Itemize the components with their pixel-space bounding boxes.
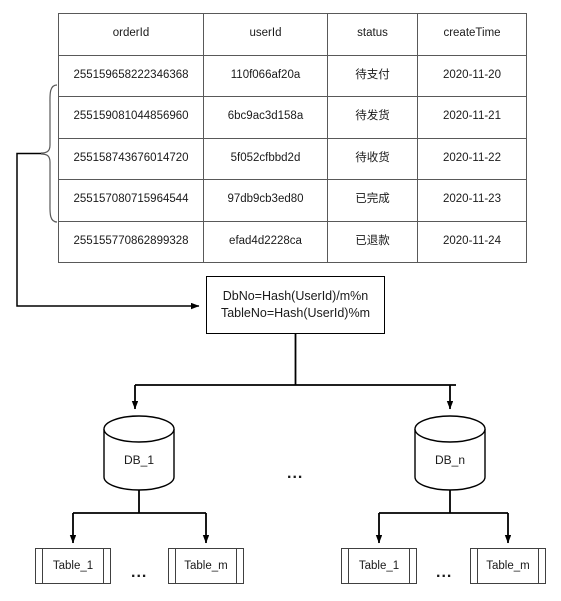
- cell-createtime: 2020-11-23: [417, 179, 527, 222]
- table-box-label: Table_1: [52, 560, 94, 572]
- table-ellipsis-dbn: ...: [436, 564, 453, 581]
- table-row: 255159081044856960 6bc9ac3d158a 待发货 2020…: [58, 96, 527, 139]
- cell-userid: 97db9cb3ed80: [203, 179, 328, 222]
- column-header-userid: userId: [203, 13, 328, 56]
- dbn-to-tables-connector: [375, 490, 512, 544]
- sharding-diagram: orderId userId status createTime 2551596…: [0, 0, 561, 601]
- cell-status: 已完成: [327, 179, 418, 222]
- table-box-dbn-tablem: Table_m: [470, 548, 546, 584]
- order-table: orderId userId status createTime 2551596…: [58, 13, 527, 263]
- row-group-brace: [40, 84, 58, 223]
- cell-createtime: 2020-11-20: [417, 54, 527, 97]
- cell-userid: 110f066af20a: [203, 54, 328, 97]
- cell-orderid: 255159081044856960: [58, 96, 204, 139]
- column-header-orderid: orderId: [58, 13, 204, 56]
- database-cylinder-db1: DB_1: [103, 415, 175, 491]
- column-header-status: status: [327, 13, 418, 56]
- cell-userid: 5f052cfbbd2d: [203, 137, 328, 180]
- database-label: DB_n: [434, 453, 466, 467]
- table-box-label: Table_m: [184, 560, 228, 572]
- table-box-label: Table_m: [486, 560, 530, 572]
- cell-createtime: 2020-11-24: [417, 220, 527, 263]
- cell-status: 待支付: [327, 54, 418, 97]
- cell-createtime: 2020-11-21: [417, 96, 527, 139]
- formula-dbno-line: DbNo=Hash(UserId)/m%n: [222, 289, 369, 304]
- table-row: 255155770862899328 efad4d2228ca 已退款 2020…: [58, 220, 527, 263]
- table-row: 255159658222346368 110f066af20a 待支付 2020…: [58, 54, 527, 97]
- cell-status: 待收货: [327, 137, 418, 180]
- hash-formula-box: DbNo=Hash(UserId)/m%n TableNo=Hash(UserI…: [206, 276, 385, 334]
- database-cylinder-dbn: DB_n: [414, 415, 486, 491]
- cell-orderid: 255159658222346368: [58, 54, 204, 97]
- table-box-dbn-table1: Table_1: [341, 548, 417, 584]
- db1-to-tables-connector: [69, 490, 210, 544]
- table-row: 255158743676014720 5f052cfbbd2d 待收货 2020…: [58, 137, 527, 180]
- table-box-label: Table_1: [358, 560, 400, 572]
- cell-orderid: 255157080715964544: [58, 179, 204, 222]
- cell-orderid: 255158743676014720: [58, 137, 204, 180]
- table-row: 255157080715964544 97db9cb3ed80 已完成 2020…: [58, 179, 527, 222]
- table-header-row: orderId userId status createTime: [58, 13, 527, 56]
- database-ellipsis: ...: [287, 465, 304, 482]
- table-box-db1-tablem: Table_m: [168, 548, 244, 584]
- table-box-db1-table1: Table_1: [35, 548, 111, 584]
- cell-orderid: 255155770862899328: [58, 220, 204, 263]
- cell-createtime: 2020-11-22: [417, 137, 527, 180]
- formula-to-db-connector: [131, 334, 456, 410]
- cell-status: 已退款: [327, 220, 418, 263]
- cell-userid: 6bc9ac3d158a: [203, 96, 328, 139]
- database-label: DB_1: [123, 453, 155, 467]
- cell-status: 待发货: [327, 96, 418, 139]
- table-ellipsis-db1: ...: [131, 564, 148, 581]
- column-header-createtime: createTime: [417, 13, 527, 56]
- cell-userid: efad4d2228ca: [203, 220, 328, 263]
- formula-tableno-line: TableNo=Hash(UserId)%m: [220, 306, 370, 320]
